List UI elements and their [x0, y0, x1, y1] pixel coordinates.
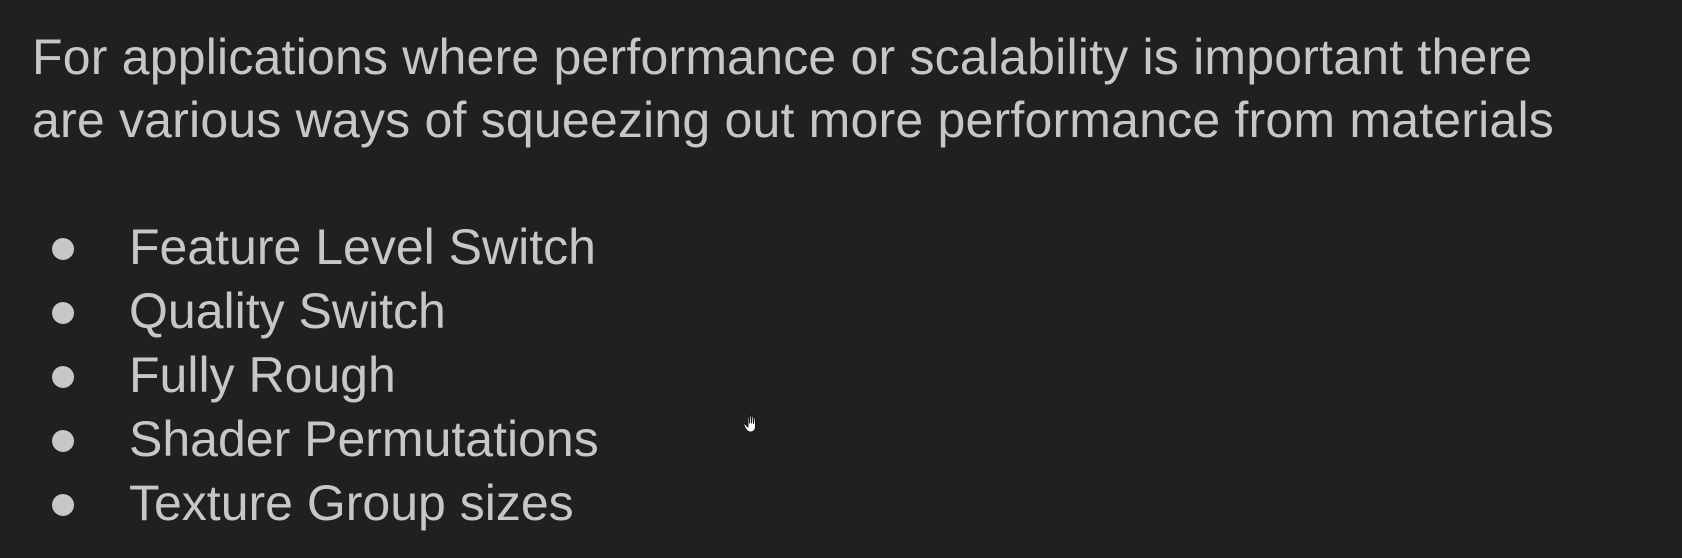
- bullet-label: Feature Level Switch: [129, 219, 596, 275]
- intro-text: For applications where performance or sc…: [32, 26, 1672, 152]
- bullet-dot-icon: [52, 494, 74, 516]
- bullet-label: Texture Group sizes: [129, 475, 574, 531]
- bullet-dot-icon: [52, 302, 74, 324]
- bullet-dot-icon: [52, 238, 74, 260]
- intro-line-2: are various ways of squeezing out more p…: [32, 92, 1554, 148]
- intro-line-1: For applications where performance or sc…: [32, 29, 1533, 85]
- bullet-dot-icon: [52, 430, 74, 452]
- bullet-label: Shader Permutations: [129, 411, 599, 467]
- slide: For applications where performance or sc…: [0, 0, 1682, 558]
- bullet-dot-icon: [52, 366, 74, 388]
- hand-cursor-icon: [743, 414, 756, 433]
- bullet-label: Quality Switch: [129, 283, 446, 339]
- bullet-label: Fully Rough: [129, 347, 396, 403]
